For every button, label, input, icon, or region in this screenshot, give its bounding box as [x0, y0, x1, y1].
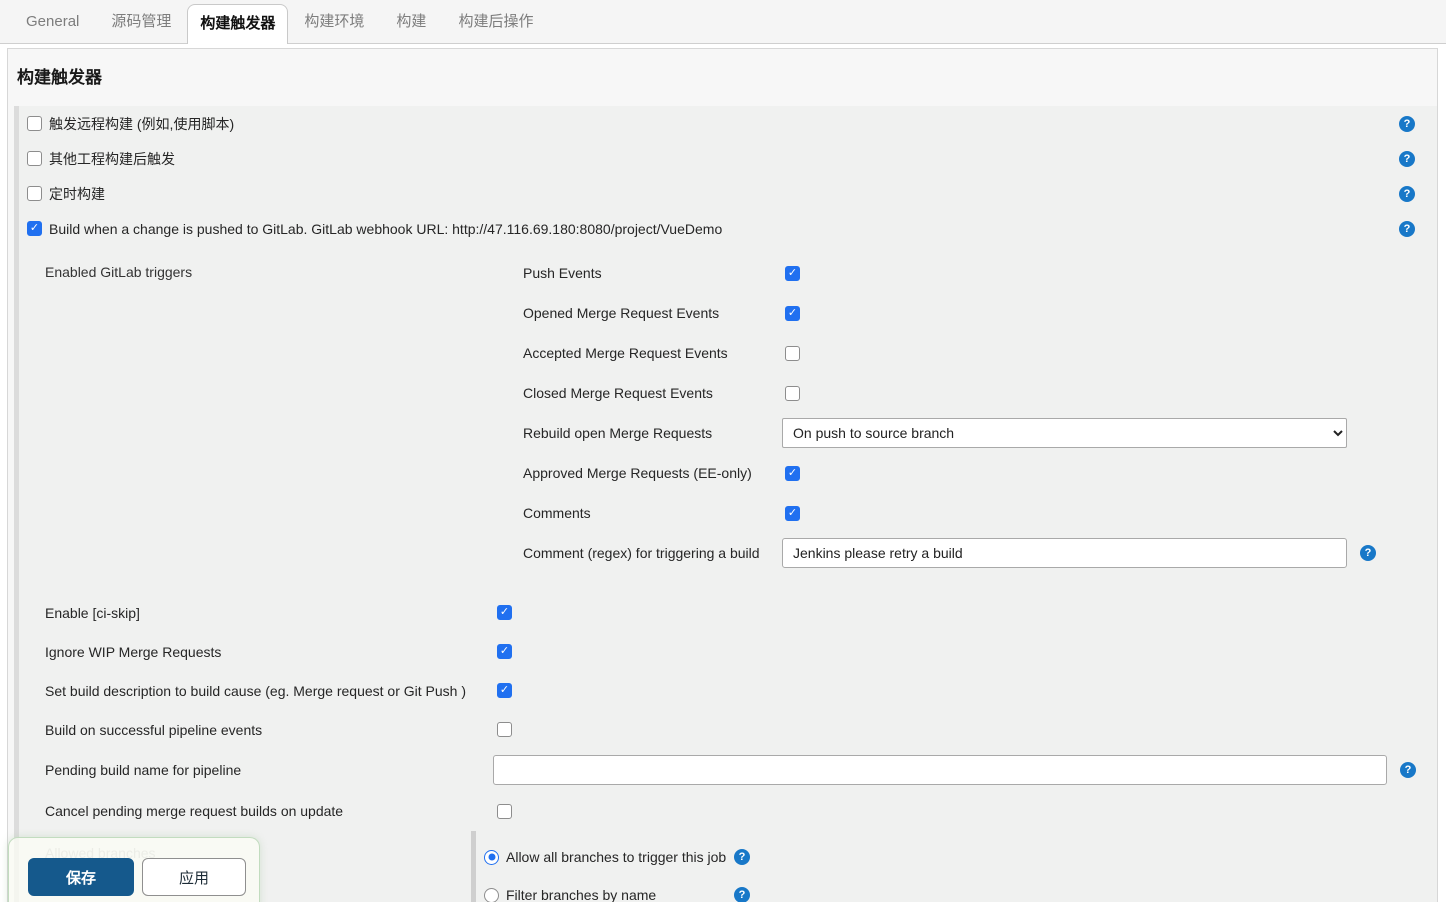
- remote-build-checkbox[interactable]: [27, 116, 42, 131]
- after-other-projects-label: 其他工程构建后触发: [49, 149, 175, 169]
- option-row-cancel-pending-mr: Cancel pending merge request builds on u…: [19, 791, 1437, 831]
- gitlab-webhook-label: Build when a change is pushed to GitLab.…: [49, 221, 722, 237]
- allow-all-branches-radio[interactable]: [484, 850, 499, 865]
- gitlab-webhook-checkbox[interactable]: [27, 221, 42, 236]
- comments-checkbox[interactable]: [785, 506, 800, 521]
- comments-label: Comments: [523, 505, 782, 521]
- gitlab-row-comments: Comments: [523, 493, 1437, 533]
- triggers-form-block: 触发远程构建 (例如,使用脚本) 其他工程构建后触发 定时构建 Build wh…: [14, 106, 1437, 902]
- tab-build-environment[interactable]: 构建环境: [288, 0, 380, 43]
- help-icon[interactable]: [1399, 186, 1415, 202]
- rebuild-open-mr-label: Rebuild open Merge Requests: [523, 425, 782, 441]
- gitlab-option-rows: Enable [ci-skip] Ignore WIP Merge Reques…: [19, 593, 1437, 831]
- help-icon[interactable]: [1400, 762, 1416, 778]
- filter-branches-label: Filter branches by name: [506, 887, 734, 902]
- push-events-checkbox[interactable]: [785, 266, 800, 281]
- comment-regex-input[interactable]: [782, 538, 1347, 568]
- build-description-label: Set build description to build cause (eg…: [45, 683, 497, 699]
- approved-mr-checkbox[interactable]: [785, 466, 800, 481]
- gitlab-row-approved-mr: Approved Merge Requests (EE-only): [523, 453, 1437, 493]
- option-row-ci-skip: Enable [ci-skip]: [19, 593, 1437, 632]
- gitlab-row-closed-mr: Closed Merge Request Events: [523, 373, 1437, 413]
- help-icon[interactable]: [1399, 116, 1415, 132]
- save-button[interactable]: 保存: [28, 858, 134, 896]
- trigger-row-after-other-projects: 其他工程构建后触发: [19, 141, 1437, 176]
- allow-all-branches-label: Allow all branches to trigger this job: [506, 849, 734, 865]
- ci-skip-label: Enable [ci-skip]: [45, 605, 497, 621]
- closed-mr-checkbox[interactable]: [785, 386, 800, 401]
- scheduled-build-label: 定时构建: [49, 184, 105, 204]
- page-title: 构建触发器: [17, 63, 1437, 88]
- after-other-projects-checkbox[interactable]: [27, 151, 42, 166]
- save-apply-bar: 保存 应用: [8, 837, 260, 902]
- allowed-branches-options: Allow all branches to trigger this job F…: [471, 831, 750, 902]
- option-row-pending-build-name: Pending build name for pipeline: [19, 749, 1437, 791]
- ci-skip-checkbox[interactable]: [497, 605, 512, 620]
- opened-mr-label: Opened Merge Request Events: [523, 305, 782, 321]
- remote-build-label: 触发远程构建 (例如,使用脚本): [49, 114, 234, 134]
- ignore-wip-label: Ignore WIP Merge Requests: [45, 644, 497, 660]
- accepted-mr-checkbox[interactable]: [785, 346, 800, 361]
- radio-row-allow-all-branches: Allow all branches to trigger this job: [484, 838, 750, 876]
- tab-build-triggers[interactable]: 构建触发器: [187, 4, 288, 44]
- rebuild-open-mr-select[interactable]: On push to source branch: [782, 418, 1347, 448]
- option-row-build-description: Set build description to build cause (eg…: [19, 671, 1437, 710]
- pipeline-events-checkbox[interactable]: [497, 722, 512, 737]
- save-apply-buttons: 保存 应用: [28, 858, 259, 896]
- accepted-mr-label: Accepted Merge Request Events: [523, 345, 782, 361]
- config-tab-bar: General 源码管理 构建触发器 构建环境 构建 构建后操作: [0, 0, 1446, 44]
- pipeline-events-label: Build on successful pipeline events: [45, 722, 497, 738]
- option-row-pipeline-events: Build on successful pipeline events: [19, 710, 1437, 749]
- help-icon[interactable]: [1399, 151, 1415, 167]
- gitlab-row-accepted-mr: Accepted Merge Request Events: [523, 333, 1437, 373]
- gitlab-row-comment-regex: Comment (regex) for triggering a build: [523, 533, 1437, 573]
- help-icon[interactable]: [1399, 221, 1415, 237]
- scheduled-build-checkbox[interactable]: [27, 186, 42, 201]
- trigger-row-remote-build: 触发远程构建 (例如,使用脚本): [19, 106, 1437, 141]
- filter-branches-radio[interactable]: [484, 888, 499, 902]
- help-icon[interactable]: [1360, 545, 1376, 561]
- cancel-pending-mr-checkbox[interactable]: [497, 804, 512, 819]
- gitlab-row-opened-mr: Opened Merge Request Events: [523, 293, 1437, 333]
- tab-build[interactable]: 构建: [380, 0, 442, 43]
- gitlab-triggers-section: Enabled GitLab triggers Push Events Open…: [19, 253, 1437, 573]
- tab-general[interactable]: General: [10, 0, 95, 43]
- approved-mr-label: Approved Merge Requests (EE-only): [523, 465, 782, 481]
- build-triggers-panel: 构建触发器 触发远程构建 (例如,使用脚本) 其他工程构建后触发 定时构建 Bu…: [7, 48, 1438, 902]
- cancel-pending-mr-label: Cancel pending merge request builds on u…: [45, 803, 497, 819]
- closed-mr-label: Closed Merge Request Events: [523, 385, 782, 401]
- build-description-checkbox[interactable]: [497, 683, 512, 698]
- ignore-wip-checkbox[interactable]: [497, 644, 512, 659]
- gitlab-row-push-events: Push Events: [523, 253, 1437, 293]
- push-events-label: Push Events: [523, 265, 782, 281]
- help-icon[interactable]: [734, 887, 750, 902]
- pending-build-name-input[interactable]: [493, 755, 1387, 785]
- opened-mr-checkbox[interactable]: [785, 306, 800, 321]
- radio-row-filter-branches: Filter branches by name: [484, 876, 750, 902]
- tab-post-build-actions[interactable]: 构建后操作: [442, 0, 549, 43]
- tab-source-management[interactable]: 源码管理: [95, 0, 187, 43]
- apply-button[interactable]: 应用: [142, 858, 246, 896]
- gitlab-triggers-controls: Push Events Opened Merge Request Events …: [523, 253, 1437, 573]
- gitlab-row-rebuild-open-mr: Rebuild open Merge Requests On push to s…: [523, 413, 1437, 453]
- trigger-row-gitlab-webhook: Build when a change is pushed to GitLab.…: [19, 211, 1437, 246]
- help-icon[interactable]: [734, 849, 750, 865]
- pending-build-name-label: Pending build name for pipeline: [45, 762, 493, 778]
- comment-regex-label: Comment (regex) for triggering a build: [523, 545, 782, 561]
- gitlab-triggers-section-label: Enabled GitLab triggers: [19, 253, 523, 573]
- option-row-ignore-wip: Ignore WIP Merge Requests: [19, 632, 1437, 671]
- trigger-row-scheduled-build: 定时构建: [19, 176, 1437, 211]
